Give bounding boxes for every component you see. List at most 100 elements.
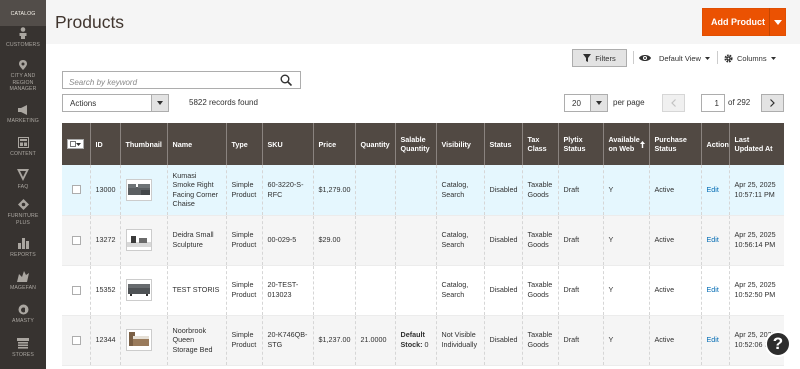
total-pages: of 292 (728, 98, 751, 107)
cell-thumbnail[interactable] (119, 315, 167, 365)
columns-dropdown[interactable]: Columns (724, 49, 776, 67)
cell-status: Disabled (483, 165, 522, 215)
edit-link[interactable]: Edit (707, 335, 719, 344)
column-header-status[interactable]: Status (483, 123, 522, 165)
mass-select-checkbox[interactable] (67, 139, 84, 149)
default-view-dropdown[interactable]: Default View (639, 49, 710, 67)
per-page-select[interactable]: 20 (564, 94, 608, 112)
sidebar-item-furniture-plus[interactable]: FURNITURE PLUS (0, 199, 46, 231)
row-select-cell[interactable] (62, 265, 90, 315)
sidebar-item-reports[interactable]: REPORTS (0, 238, 46, 260)
filter-icon (583, 54, 592, 62)
table-row[interactable]: 15352 TEST STORIS Simple Product 20-TEST… (62, 265, 784, 315)
sidebar-item-magefan[interactable]: MAGEFAN (0, 271, 46, 293)
cell-price: $1,237.00 (312, 315, 355, 365)
chevron-down-icon (596, 101, 602, 105)
cell-salable-quantity: Default Stock: 0 (394, 315, 436, 365)
sidebar-item-amasty[interactable]: AMASTY (0, 304, 46, 326)
column-header-salable-quantity: Salable Quantity (394, 123, 436, 165)
column-header-name[interactable]: Name (166, 123, 226, 165)
cell-tax-class: Taxable Goods (521, 215, 558, 265)
table-header-row: ID Thumbnail Name Type SKU Price Quantit… (62, 123, 784, 165)
search-input[interactable] (63, 74, 273, 91)
faq-icon (17, 169, 29, 181)
sidebar-item-content[interactable]: CONTENT (0, 137, 46, 159)
product-thumbnail[interactable] (125, 329, 152, 351)
column-header-quantity[interactable]: Quantity (354, 123, 395, 165)
cell-plytix-status: Draft (557, 165, 603, 215)
cell-action: Edit (700, 215, 729, 265)
edit-link[interactable]: Edit (707, 235, 719, 244)
product-thumbnail[interactable] (125, 229, 152, 251)
actions-dropdown-toggle[interactable] (151, 95, 168, 111)
column-header-last-updated[interactable]: Last Updated At (728, 123, 784, 165)
sort-arrow-icon (639, 141, 645, 148)
cell-type: Simple Product (225, 165, 262, 215)
previous-page-button[interactable] (662, 94, 685, 112)
cell-visibility: Catalog, Search (435, 215, 484, 265)
cell-available-on-web: Y (602, 215, 649, 265)
mass-select-header[interactable] (62, 123, 90, 165)
cell-thumbnail[interactable] (119, 265, 167, 315)
product-thumbnail[interactable] (125, 279, 152, 301)
column-header-available-on-web[interactable]: Available on Web (602, 123, 649, 165)
salable-stock-value: 0 (422, 340, 429, 349)
keyword-search (62, 71, 301, 91)
row-checkbox[interactable] (72, 335, 81, 345)
cell-plytix-status: Draft (557, 265, 603, 315)
search-icon[interactable] (280, 74, 292, 86)
cell-action: Edit (700, 315, 729, 365)
row-select-cell[interactable] (62, 215, 90, 265)
cell-quantity (354, 165, 395, 215)
table-row[interactable]: 13272 Deidra Small Sculpture Simple Prod… (62, 215, 784, 265)
sidebar-item-catalog[interactable]: CATALOG (0, 0, 46, 26)
row-select-cell[interactable] (62, 315, 90, 365)
chevron-down-icon (770, 56, 776, 60)
sofa-thumbnail-image (127, 284, 150, 296)
sidebar-item-label: AMASTY (12, 318, 34, 324)
content-icon (17, 137, 29, 148)
next-page-button[interactable] (761, 94, 784, 112)
column-header-purchase-status[interactable]: Purchase Status (648, 123, 701, 165)
sidebar-item-city-region-manager[interactable]: CITY AND REGION MANAGER (0, 60, 46, 98)
row-select-cell[interactable] (62, 165, 90, 215)
edit-link[interactable]: Edit (707, 285, 719, 294)
sofa-thumbnail-image (127, 183, 150, 195)
cell-quantity: 21.0000 (354, 315, 395, 365)
chevron-down-icon (157, 101, 163, 105)
filters-button[interactable]: Filters (572, 49, 627, 67)
column-header-id[interactable]: ID (89, 123, 120, 165)
help-button[interactable]: ? (765, 331, 791, 357)
toolbar-divider (717, 51, 718, 64)
column-header-plytix-status[interactable]: Plytix Status (557, 123, 603, 165)
add-product-button[interactable]: Add Product (702, 8, 786, 36)
column-header-type[interactable]: Type (225, 123, 262, 165)
product-thumbnail[interactable] (125, 178, 152, 201)
sidebar-item-faq[interactable]: FAQ (0, 169, 46, 191)
sidebar-item-stores[interactable]: STORES (0, 338, 46, 360)
add-product-dropdown-toggle[interactable] (770, 19, 785, 25)
row-checkbox[interactable] (72, 285, 81, 295)
chevron-down-icon (704, 56, 710, 60)
cell-thumbnail[interactable] (119, 165, 167, 215)
table-row[interactable]: 12344 Noorbrook Queen Storage Bed Simple… (62, 315, 784, 365)
column-header-visibility[interactable]: Visibility (435, 123, 484, 165)
sidebar-item-marketing[interactable]: MARKETING (0, 105, 46, 127)
page-number-input[interactable]: 1 (701, 94, 725, 112)
row-checkbox[interactable] (72, 235, 81, 245)
cell-thumbnail[interactable] (119, 215, 167, 265)
help-icon: ? (772, 334, 784, 353)
sidebar-item-customers[interactable]: CUSTOMERS (0, 27, 46, 53)
cell-quantity (354, 215, 395, 265)
per-page-dropdown-toggle[interactable] (590, 95, 607, 111)
column-header-price[interactable]: Price (312, 123, 355, 165)
table-row[interactable]: 13000 Kumasi Smoke Right Facing Corner C… (62, 165, 784, 215)
edit-link[interactable]: Edit (707, 185, 719, 194)
megaphone-icon (18, 105, 27, 115)
column-header-tax-class[interactable]: Tax Class (521, 123, 558, 165)
actions-select[interactable]: Actions (62, 94, 169, 112)
cell-tax-class: Taxable Goods (521, 265, 558, 315)
chevron-down-icon (773, 19, 782, 25)
column-header-sku[interactable]: SKU (261, 123, 313, 165)
row-checkbox[interactable] (72, 185, 81, 195)
